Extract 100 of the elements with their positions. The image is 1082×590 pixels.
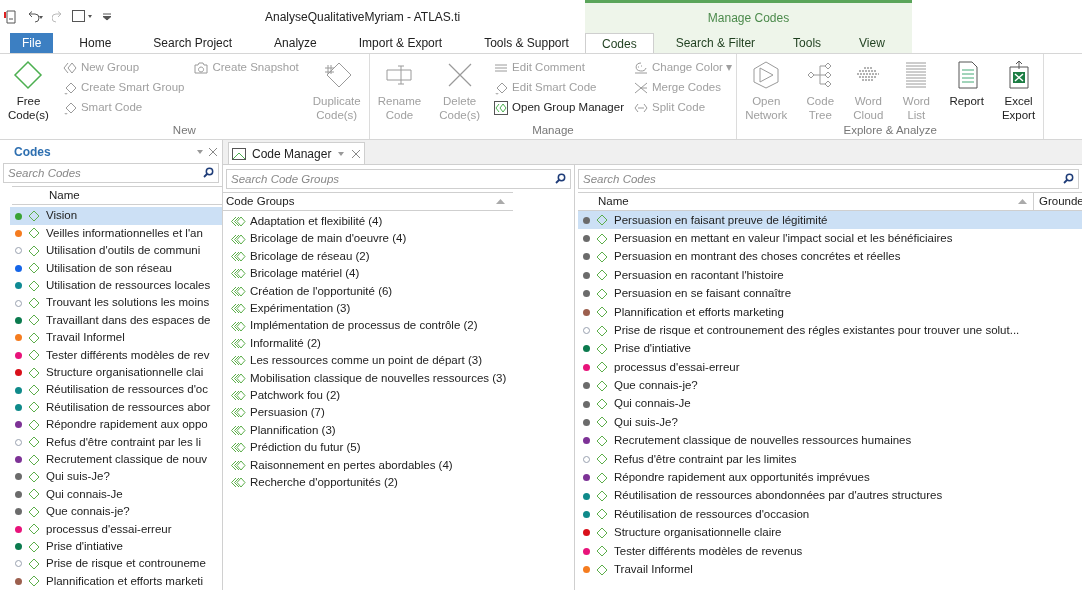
code-group-row[interactable]: Implémentation de processus de contrôle (2): [230, 317, 574, 335]
code-row[interactable]: Travaillant dans des espaces de: [10, 311, 222, 330]
ribbon-tab[interactable]: Import & Export: [342, 33, 459, 53]
code-row[interactable]: Répondre rapidement aux oppo: [10, 416, 222, 434]
code-group-icon: [230, 268, 246, 280]
code-diamond-icon: [28, 575, 40, 588]
ribbon-tab[interactable]: Analyze: [258, 33, 333, 53]
column-header[interactable]: Name: [598, 192, 1018, 211]
column-header[interactable]: Code Groups: [226, 192, 295, 211]
dropdown-icon[interactable]: [337, 150, 346, 157]
code-row[interactable]: Veilles informationnelles et l'an: [10, 224, 222, 243]
code-group-row[interactable]: Recherche d'opportunités (2): [230, 473, 574, 492]
code-row[interactable]: Que connais-je?: [10, 503, 222, 521]
code-group-name: Création de l'opportunité (6): [250, 283, 393, 299]
ribbon-button[interactable]: Excel Export: [997, 60, 1040, 122]
code-group-row[interactable]: Raisonnement en pertes abordables (4): [230, 456, 574, 474]
ribbon-tab[interactable]: Search Project: [137, 33, 249, 53]
code-row[interactable]: Réutilisation de ressources d'oc: [10, 381, 222, 399]
code-group-row[interactable]: Informalité (2): [230, 334, 574, 353]
code-group-row[interactable]: Expérimentation (3): [230, 299, 574, 318]
code-row[interactable]: Qui suis-Je?: [578, 413, 1082, 432]
code-group-row[interactable]: Persuasion (7): [230, 404, 574, 422]
code-row[interactable]: Persuasion en racontant l'histoire: [578, 266, 1082, 285]
code-row[interactable]: Réutilisation de ressources abor: [10, 398, 222, 417]
code-row[interactable]: Persuasion en faisant preuve de légitimité: [578, 211, 1082, 230]
sort-arrow-icon: [1018, 199, 1027, 204]
save-icon[interactable]: [4, 9, 18, 24]
code-group-icon: [230, 442, 246, 454]
close-icon[interactable]: [208, 146, 218, 157]
code-name: Refus d'être contraint par les limites: [614, 451, 797, 467]
ribbon-tab[interactable]: Home: [63, 33, 128, 53]
search-icon[interactable]: [203, 167, 214, 179]
code-row[interactable]: Plannification et efforts marketi: [10, 572, 222, 590]
code-group-row[interactable]: Bricolage de main d'oeuvre (4): [230, 230, 574, 248]
code-row[interactable]: Répondre rapidement aux opportunités imprévues: [578, 468, 1082, 487]
code-row[interactable]: Persuasion en montrant des choses concrétes et réelles: [578, 247, 1082, 267]
code-row[interactable]: Recrutement classique de nouv: [10, 450, 222, 469]
code-group-row[interactable]: Adaptation et flexibilité (4): [230, 213, 574, 231]
code-row[interactable]: Qui suis-Je?: [10, 468, 222, 486]
undo-icon[interactable]: [26, 10, 44, 23]
file-tab[interactable]: File: [10, 33, 54, 53]
code-row[interactable]: Qui connais-Je: [578, 394, 1082, 414]
column-header[interactable]: Name: [49, 187, 80, 205]
code-row[interactable]: Utilisation de ressources locales: [10, 276, 222, 295]
window-layout-icon[interactable]: [72, 10, 94, 23]
document-tab[interactable]: Code Manager: [228, 142, 366, 164]
code-row[interactable]: Prise de risque et controuneme: [10, 555, 222, 573]
code-row[interactable]: Réutilisation de ressources abondonnées par d'autres structures: [578, 486, 1082, 506]
code-row[interactable]: Tester différents modèles de revenus: [578, 542, 1082, 561]
code-row[interactable]: Utilisation d'outils de communi: [10, 242, 222, 260]
code-group-row[interactable]: Plannification (3): [230, 421, 574, 440]
code-diamond-icon: [596, 250, 608, 263]
code-group-name: Mobilisation classique de nouvelles ressources (3): [250, 370, 507, 386]
code-name: Tester différents modèles de revenus: [614, 543, 803, 559]
code-row[interactable]: Structure organisationnelle claire: [578, 523, 1082, 543]
code-row[interactable]: Refus d'être contraint par les limites: [578, 450, 1082, 469]
code-row[interactable]: processus d'essai-erreur: [578, 358, 1082, 377]
code-group-row[interactable]: Bricolage de réseau (2): [230, 247, 574, 266]
customize-icon[interactable]: [102, 12, 112, 21]
code-row[interactable]: Réutilisation de ressources d'occasion: [578, 505, 1082, 524]
code-row[interactable]: Persuasion en se faisant connaître: [578, 284, 1082, 303]
code-diamond-icon: [28, 436, 40, 449]
search-field[interactable]: Search Code Groups: [226, 169, 571, 189]
code-group-row[interactable]: Patchwork fou (2): [230, 386, 574, 405]
code-group-row[interactable]: Les ressources comme un point de départ (3): [230, 352, 574, 370]
dropdown-icon[interactable]: [196, 148, 204, 155]
code-row[interactable]: Persuasion en mettant en valeur l'impact social et les bénéficiaires: [578, 229, 1082, 248]
code-diamond-icon: [596, 526, 608, 539]
ribbon-tab[interactable]: Codes: [585, 33, 654, 53]
code-row[interactable]: Qui connais-Je: [10, 485, 222, 504]
code-row[interactable]: Prise de risque et controunement des régles existantes pour trouver une solut...: [578, 321, 1082, 340]
sort-arrow-icon: [496, 199, 505, 204]
code-row[interactable]: Structure organisationnelle clai: [10, 363, 222, 382]
ribbon-tab[interactable]: Tools & Support: [468, 33, 585, 53]
code-group-row[interactable]: Prédiction du futur (5): [230, 439, 574, 457]
code-row[interactable]: Tester différents modèles de rev: [10, 346, 222, 364]
code-row[interactable]: Utilisation de son réseau: [10, 259, 222, 277]
code-row[interactable]: processus d'essai-erreur: [10, 520, 222, 538]
search-icon[interactable]: [1063, 173, 1074, 184]
code-row[interactable]: Recrutement classique de nouvelles ressources humaines: [578, 431, 1082, 451]
search-icon[interactable]: [555, 173, 566, 184]
search-field[interactable]: Search Codes: [3, 163, 219, 184]
code-group-row[interactable]: Mobilisation classique de nouvelles ressources (3): [230, 369, 574, 387]
code-row[interactable]: Refus d'être contraint par les li: [10, 433, 222, 451]
ribbon-button[interactable]: Free Code(s): [4, 60, 53, 122]
code-group-row[interactable]: Création de l'opportunité (6): [230, 282, 574, 300]
code-row[interactable]: Prise d'intiative: [578, 339, 1082, 359]
code-row[interactable]: Prise d'intiative: [10, 537, 222, 556]
search-field[interactable]: Search Codes: [578, 169, 1079, 189]
ribbon-button[interactable]: Open Group Manager: [494, 98, 624, 118]
code-row[interactable]: Vision: [10, 207, 222, 225]
code-row[interactable]: Trouvant les solutions les moins: [10, 294, 222, 312]
code-row[interactable]: Plannification et efforts marketing: [578, 302, 1082, 322]
ribbon-button[interactable]: Report: [945, 60, 988, 108]
code-row[interactable]: Que connais-je?: [578, 376, 1082, 395]
close-icon[interactable]: [351, 148, 362, 159]
code-row[interactable]: Travail Informel: [578, 560, 1082, 579]
code-group-row[interactable]: Bricolage matériel (4): [230, 265, 574, 283]
code-row[interactable]: Travail Informel: [10, 329, 222, 347]
code-name: Prise de risque et controunement des régles existantes pour trouver une solut...: [614, 322, 1020, 338]
